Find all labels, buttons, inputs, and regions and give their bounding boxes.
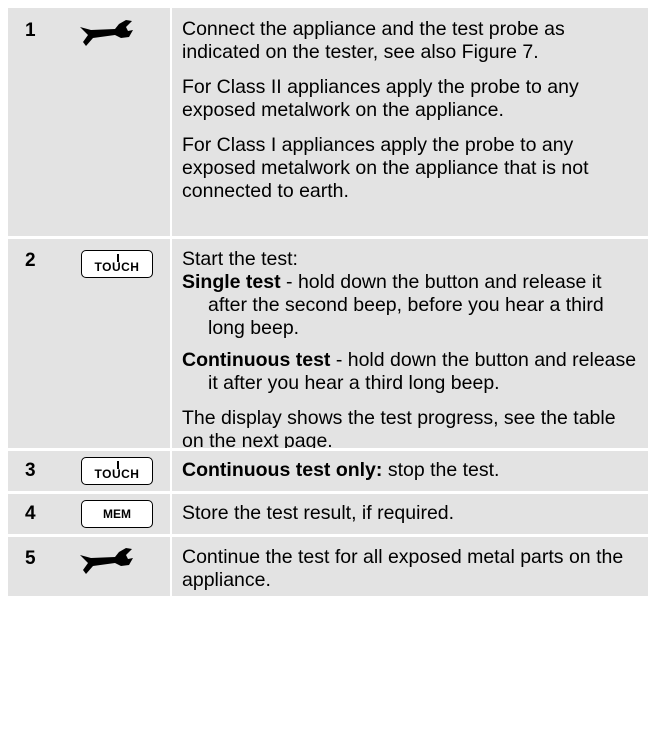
single-test-description: Single test - hold down the button and r… bbox=[182, 271, 642, 340]
intro-text: Start the test: bbox=[182, 248, 298, 270]
paragraph: Connect the appliance and the test probe… bbox=[182, 18, 565, 63]
wrench-icon bbox=[77, 546, 165, 581]
instruction-table: 1 Connect the appliance and the test pro… bbox=[8, 8, 648, 724]
step-row-3: 3 TOUCH Continuous test only: stop the t… bbox=[8, 451, 648, 491]
column-divider bbox=[170, 239, 172, 448]
step-text: Connect the appliance and the test probe… bbox=[182, 18, 642, 203]
step-row-2: 2 TOUCH Start the test: Single test - ho… bbox=[8, 239, 648, 452]
column-divider bbox=[170, 8, 172, 236]
step-row-5: 5 Continue the test for all exposed meta… bbox=[8, 537, 648, 596]
button-label: MEM bbox=[103, 507, 131, 521]
touch-button-icon: TOUCH bbox=[81, 457, 153, 485]
step-text: Continuous test only: stop the test. bbox=[182, 459, 642, 482]
step-number: 3 bbox=[25, 460, 36, 481]
button-label: TOUCH bbox=[94, 260, 140, 274]
step-number: 1 bbox=[25, 20, 36, 41]
bold-text: Continuous test only: bbox=[182, 459, 383, 481]
step-text: Start the test: Single test - hold down … bbox=[182, 248, 642, 453]
column-divider bbox=[170, 537, 172, 596]
paragraph: For Class I appliances apply the probe t… bbox=[182, 134, 589, 202]
continuous-test-label: Continuous test bbox=[182, 349, 331, 371]
step-row-1: 1 Connect the appliance and the test pro… bbox=[8, 8, 648, 236]
step-number: 4 bbox=[25, 503, 36, 524]
button-label: TOUCH bbox=[94, 467, 140, 481]
continuous-test-description: Continuous test - hold down the button a… bbox=[182, 349, 642, 395]
step-text: Store the test result, if required. bbox=[182, 502, 455, 524]
touch-button-icon: TOUCH bbox=[81, 250, 153, 278]
paragraph: For Class II appliances apply the probe … bbox=[182, 76, 579, 121]
column-divider bbox=[170, 451, 172, 491]
step-number: 5 bbox=[25, 548, 36, 569]
text: stop the test. bbox=[382, 459, 500, 481]
wrench-icon bbox=[77, 18, 165, 53]
mem-button-icon: MEM bbox=[81, 500, 153, 528]
column-divider bbox=[170, 494, 172, 534]
footer-text: The display shows the test progress, see… bbox=[182, 407, 616, 452]
step-text: Continue the test for all exposed metal … bbox=[182, 546, 624, 591]
step-row-4: 4 MEM Store the test result, if required… bbox=[8, 494, 648, 534]
single-test-label: Single test bbox=[182, 271, 281, 293]
step-number: 2 bbox=[25, 250, 36, 271]
